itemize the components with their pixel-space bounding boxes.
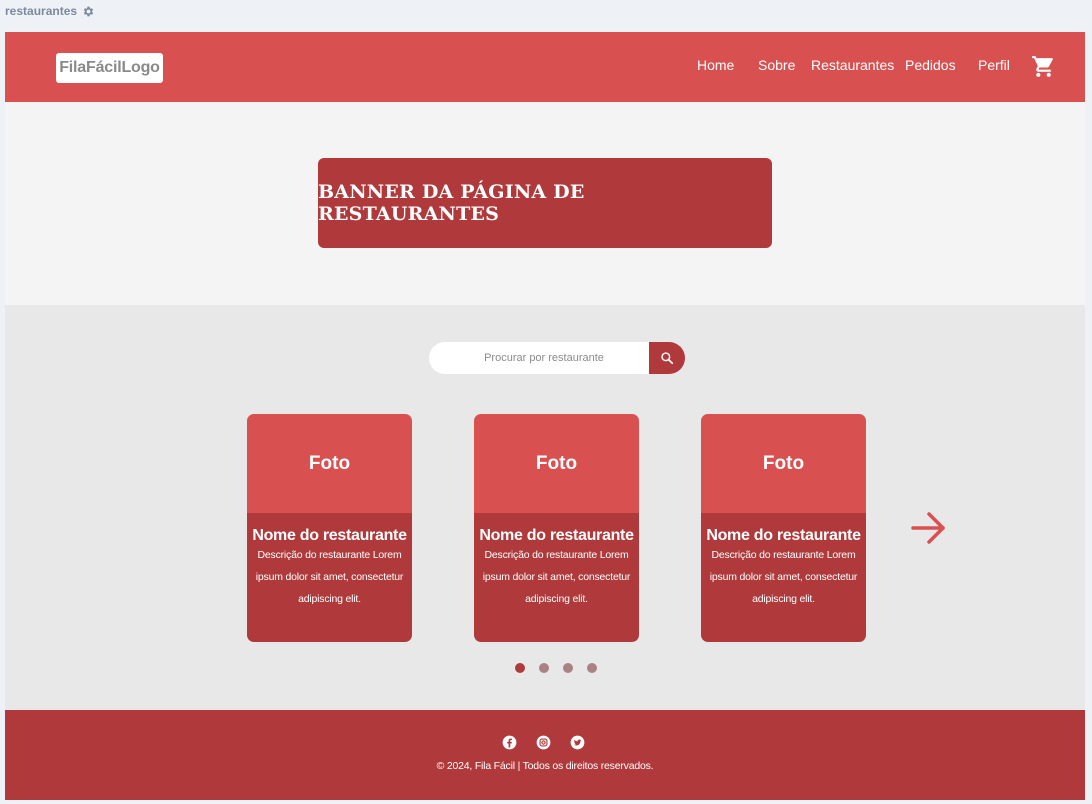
search-icon (661, 352, 674, 365)
card-body: Nome do restaurante Descrição do restaur… (474, 513, 639, 642)
banner-section: BANNER DA PÁGINA DE RESTAURANTES (5, 102, 1085, 305)
card-title: Nome do restaurante (706, 527, 861, 544)
restaurant-card[interactable]: Foto Nome do restaurante Descrição do re… (701, 414, 866, 642)
card-photo: Foto (701, 414, 866, 513)
navbar: FilaFácilLogo Home Sobre Restaurantes Pe… (5, 32, 1085, 102)
restaurant-card[interactable]: Foto Nome do restaurante Descrição do re… (474, 414, 639, 642)
frame-label: restaurantes (5, 4, 95, 18)
carousel-dot-2[interactable] (539, 663, 549, 673)
carousel-pagination (515, 663, 597, 673)
card-title: Nome do restaurante (252, 527, 407, 544)
frame-title: restaurantes (5, 4, 78, 18)
copyright-text: © 2024, Fila Fácil | Todos os direitos r… (436, 760, 654, 772)
facebook-icon[interactable] (502, 735, 517, 750)
card-photo: Foto (474, 414, 639, 513)
card-description: Descrição do restaurante Lorem ipsum dol… (255, 549, 404, 605)
page-banner: BANNER DA PÁGINA DE RESTAURANTES (318, 158, 772, 248)
cart-icon[interactable] (1031, 54, 1056, 79)
nav-home[interactable]: Home (697, 57, 734, 73)
nav-restaurantes[interactable]: Restaurantes (811, 57, 894, 73)
card-body: Nome do restaurante Descrição do restaur… (247, 513, 412, 642)
carousel-dot-3[interactable] (563, 663, 573, 673)
carousel-dot-4[interactable] (587, 663, 597, 673)
search-bar (429, 342, 685, 374)
logo[interactable]: FilaFácilLogo (56, 53, 163, 83)
nav-sobre[interactable]: Sobre (758, 57, 795, 73)
footer: © 2024, Fila Fácil | Todos os direitos r… (5, 710, 1085, 800)
card-body: Nome do restaurante Descrição do restaur… (701, 513, 866, 642)
gear-icon[interactable] (82, 5, 95, 18)
social-links (502, 735, 585, 750)
card-photo: Foto (247, 414, 412, 513)
instagram-icon[interactable] (536, 735, 551, 750)
carousel-dot-1[interactable] (515, 663, 525, 673)
search-input[interactable] (429, 342, 649, 374)
restaurants-page: FilaFácilLogo Home Sobre Restaurantes Pe… (5, 32, 1085, 800)
twitter-icon[interactable] (570, 735, 585, 750)
nav-pedidos[interactable]: Pedidos (905, 57, 956, 73)
card-description: Descrição do restaurante Lorem ipsum dol… (482, 549, 631, 605)
nav-perfil[interactable]: Perfil (978, 57, 1010, 73)
card-description: Descrição do restaurante Lorem ipsum dol… (709, 549, 858, 605)
card-title: Nome do restaurante (479, 527, 634, 544)
search-button[interactable] (649, 342, 685, 374)
restaurant-card[interactable]: Foto Nome do restaurante Descrição do re… (247, 414, 412, 642)
arrow-right-icon[interactable] (910, 509, 948, 547)
